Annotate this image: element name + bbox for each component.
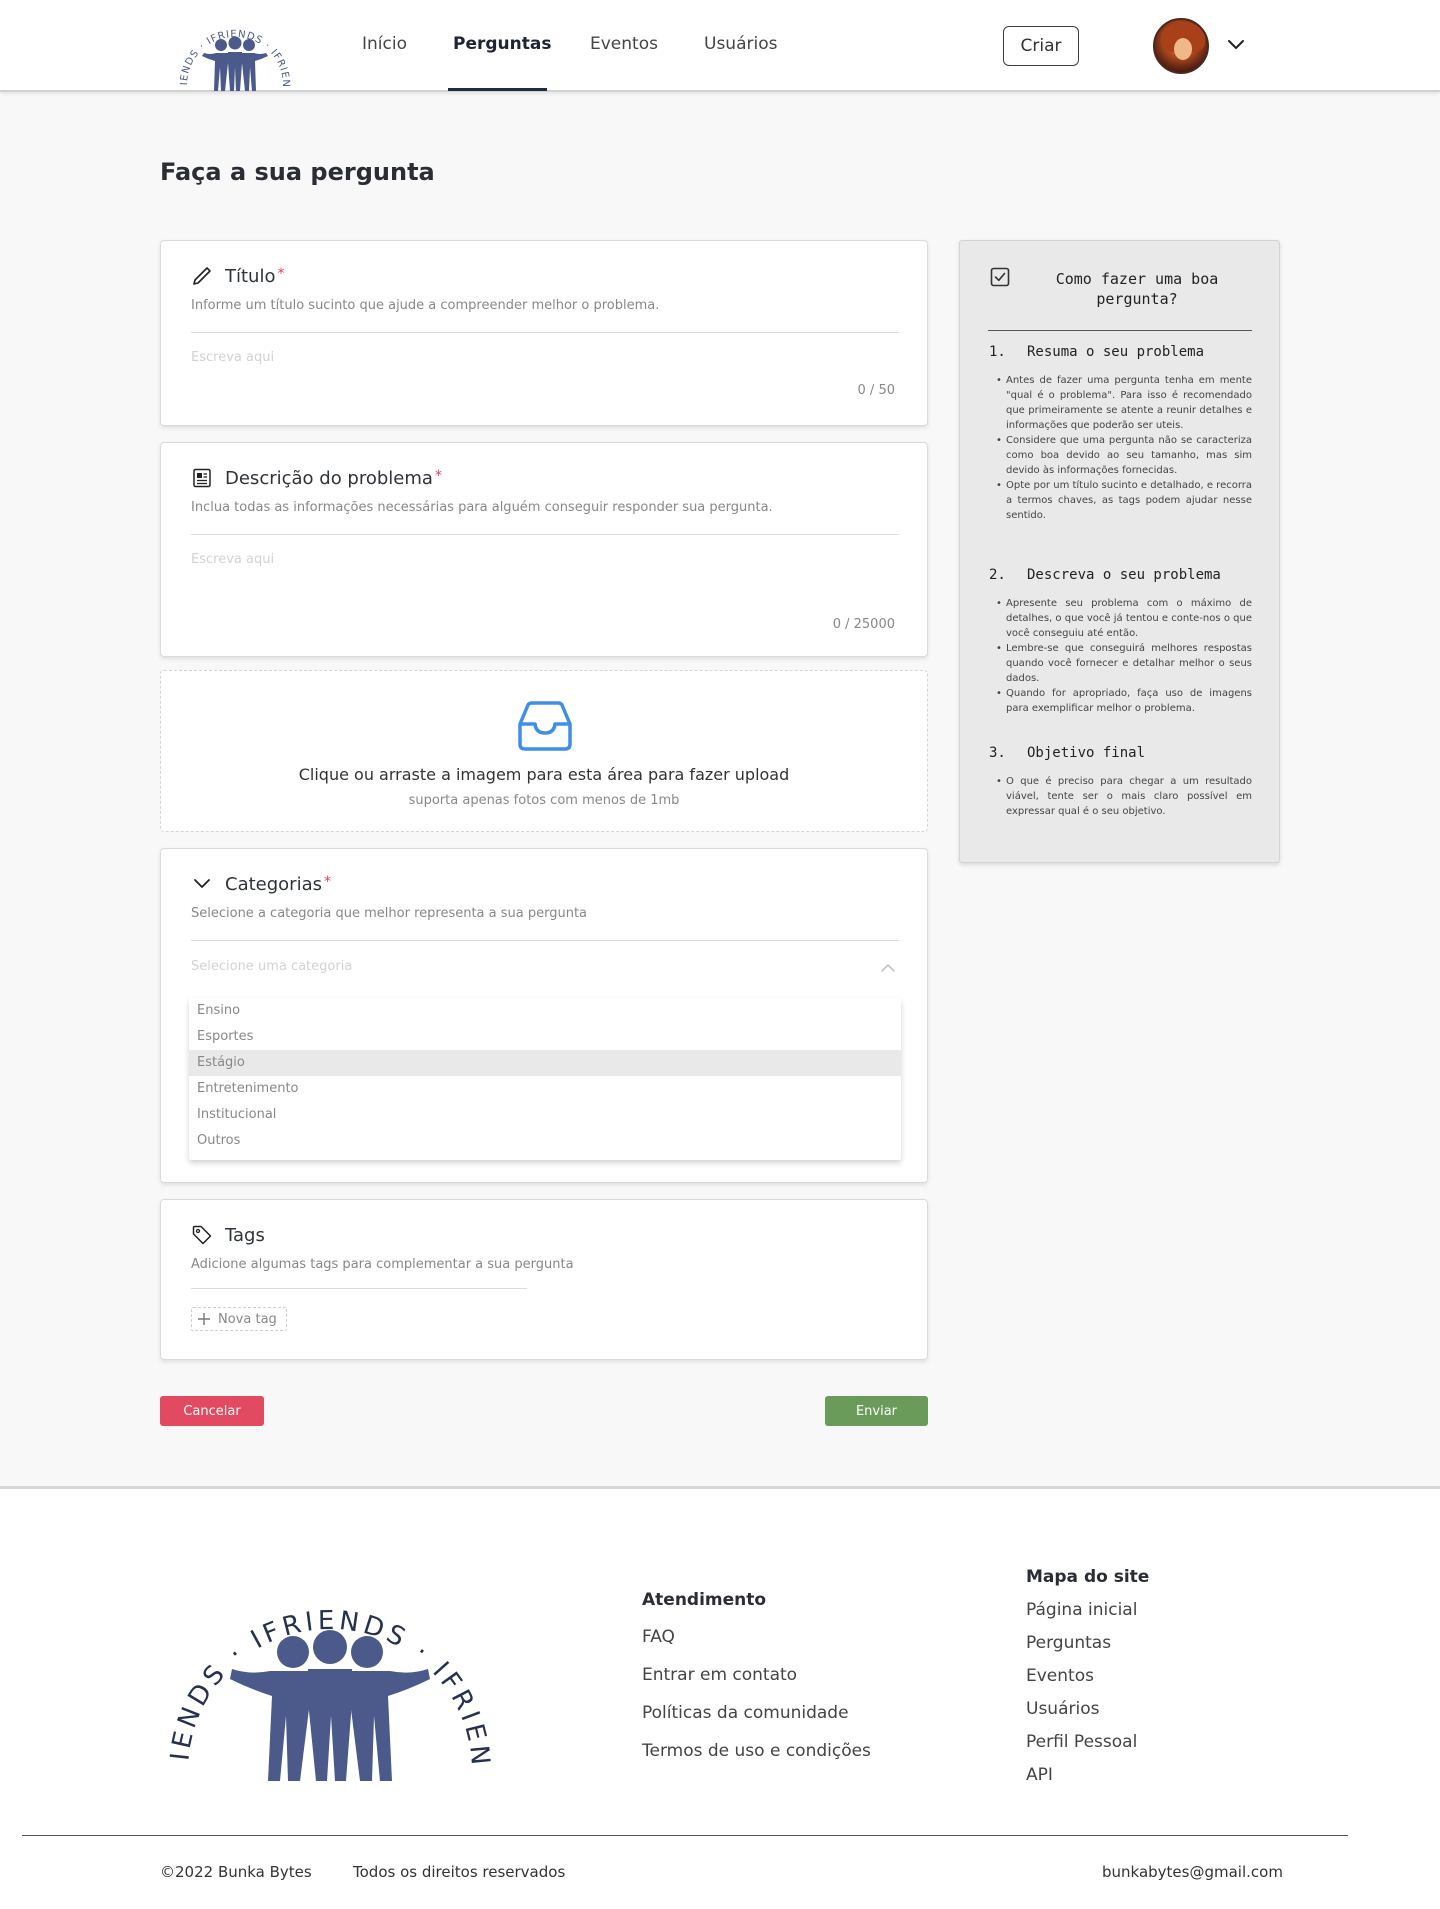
page-title: Faça a sua pergunta <box>160 158 435 186</box>
upload-size-hint: suporta apenas fotos com menos de 1mb <box>408 793 680 808</box>
rights-text: Todos os direitos reservados <box>353 1863 566 1881</box>
footer-link-politicas[interactable]: Políticas da comunidade <box>642 1703 849 1723</box>
ifriends-logo[interactable]: IFRIENDS · IFRIENDS · IFRIENDS <box>170 3 300 91</box>
title-card: Título * Informe um título sucinto que aj… <box>160 240 928 426</box>
description-card-header: Descrição do problema * <box>191 467 442 489</box>
active-nav-indicator <box>448 88 547 91</box>
cancel-button[interactable]: Cancelar <box>160 1396 264 1426</box>
nav-perguntas[interactable]: Perguntas <box>453 34 551 54</box>
upload-instruction: Clique ou arraste a imagem para esta áre… <box>298 765 790 784</box>
image-upload-dropzone[interactable]: Clique ou arraste a imagem para esta áre… <box>160 670 928 832</box>
description-help: Inclua todas as informações necessárias … <box>191 500 773 515</box>
category-option-outros[interactable]: Outros <box>189 1128 901 1154</box>
title-card-header: Título * <box>191 265 284 287</box>
category-option-entretenimento[interactable]: Entretenimento <box>189 1076 901 1102</box>
nav-eventos[interactable]: Eventos <box>590 34 658 54</box>
footer-mapa-title: Mapa do site <box>1026 1567 1150 1587</box>
categories-label: Categorias * <box>225 873 331 895</box>
description-textarea[interactable]: Escreva aqui <box>191 552 899 612</box>
newspaper-icon <box>193 468 211 488</box>
footer-atendimento-title: Atendimento <box>642 1590 767 1610</box>
category-option-ensino[interactable]: Ensino <box>189 998 901 1024</box>
footer-link-pagina-inicial[interactable]: Página inicial <box>1026 1600 1137 1620</box>
tag-icon <box>192 1225 212 1245</box>
tags-card-header: Tags <box>191 1224 265 1246</box>
divider <box>988 330 1252 331</box>
tips-heading-2: 2. Descreva o seu problema <box>989 567 1221 583</box>
footer-link-eventos[interactable]: Eventos <box>1026 1666 1094 1686</box>
description-char-counter: 0 / 25000 <box>832 617 895 632</box>
tags-label: Tags <box>225 1224 265 1246</box>
new-tag-label: Nova tag <box>218 1311 277 1327</box>
footer-link-faq[interactable]: FAQ <box>642 1627 675 1647</box>
chevron-down-icon[interactable] <box>1224 32 1248 56</box>
nav-inicio[interactable]: Início <box>362 34 407 54</box>
top-navbar: IFRIENDS · IFRIENDS · IFRIENDS Início Pe… <box>0 0 1440 92</box>
category-option-institucional[interactable]: Institucional <box>189 1102 901 1128</box>
tip-item: O que é preciso para chegar a um resulta… <box>996 774 1252 819</box>
footer-link-termos[interactable]: Termos de uso e condições <box>642 1741 871 1761</box>
tips-title: Como fazer uma boa pergunta? <box>1055 270 1219 308</box>
footer-link-perguntas[interactable]: Perguntas <box>1026 1633 1111 1653</box>
title-char-counter: 0 / 50 <box>857 383 895 398</box>
category-dropdown-list: Ensino Esportes Estágio Entretenimento I… <box>189 998 901 1160</box>
divider <box>191 332 899 333</box>
tips-list-2: Apresente seu problema com o máximo de d… <box>996 596 1252 716</box>
category-select-placeholder: Selecione uma categoria <box>191 959 353 974</box>
tips-list-1: Antes de fazer uma pergunta tenha em men… <box>996 373 1252 523</box>
contact-email[interactable]: bunkabytes@gmail.com <box>1102 1863 1283 1881</box>
categories-card: Categorias * Selecione a categoria que me… <box>160 848 928 1183</box>
checkbox-checked-icon <box>990 267 1010 287</box>
category-option-estagio[interactable]: Estágio <box>189 1050 901 1076</box>
tip-item: Quando for apropriado, faça uso de image… <box>996 686 1252 716</box>
divider <box>191 940 899 941</box>
description-card: Descrição do problema * Inclua todas as i… <box>160 442 928 657</box>
chevron-down-icon <box>194 879 210 888</box>
title-input[interactable]: Escreva aqui <box>191 350 899 390</box>
tags-card: Tags Adicione algumas tags para compleme… <box>160 1199 928 1360</box>
tip-item: Considere que uma pergunta não se caract… <box>996 433 1252 478</box>
plus-icon <box>198 1313 210 1325</box>
footer-link-usuarios[interactable]: Usuários <box>1026 1699 1099 1719</box>
tags-help: Adicione algumas tags para complementar … <box>191 1257 574 1272</box>
tip-item: Antes de fazer uma pergunta tenha em men… <box>996 373 1252 433</box>
send-button[interactable]: Enviar <box>825 1396 928 1426</box>
create-button[interactable]: Criar <box>1003 26 1079 66</box>
footer: IFRIENDS · IFRIENDS · IFRIENDS Atendimen… <box>0 1486 1440 1909</box>
footer-link-perfil[interactable]: Perfil Pessoal <box>1026 1732 1137 1752</box>
title-description: Informe um título sucinto que ajude a co… <box>191 298 660 313</box>
tips-heading-3: 3. Objetivo final <box>989 745 1146 761</box>
tip-item: Apresente seu problema com o máximo de d… <box>996 596 1252 641</box>
tip-item: Opte por um título sucinto e detalhado, … <box>996 478 1252 523</box>
tip-item: Lembre-se que conseguirá melhores respos… <box>996 641 1252 686</box>
copyright-text: ©2022 Bunka Bytes <box>160 1863 312 1881</box>
inbox-icon <box>518 701 572 751</box>
divider <box>22 1835 1348 1836</box>
tips-panel: Como fazer uma boa pergunta? 1. Resuma o … <box>959 240 1280 863</box>
divider <box>191 1288 527 1289</box>
nav-usuarios[interactable]: Usuários <box>704 34 777 54</box>
categories-card-header[interactable]: Categorias * <box>191 873 331 895</box>
chevron-up-icon <box>881 964 895 972</box>
category-select[interactable]: Selecione uma categoria <box>191 953 899 983</box>
categories-help: Selecione a categoria que melhor represe… <box>191 906 588 921</box>
description-label: Descrição do problema * <box>225 467 442 489</box>
title-label: Título * <box>225 265 285 287</box>
user-avatar[interactable] <box>1153 18 1209 74</box>
tips-heading-1: 1. Resuma o seu problema <box>989 344 1205 360</box>
pencil-icon <box>193 267 211 285</box>
footer-link-contato[interactable]: Entrar em contato <box>642 1665 797 1685</box>
footer-link-api[interactable]: API <box>1026 1765 1053 1785</box>
tips-list-3: O que é preciso para chegar a um resulta… <box>996 774 1252 819</box>
category-option-esportes[interactable]: Esportes <box>189 1024 901 1050</box>
divider <box>191 534 899 535</box>
ifriends-logo: IFRIENDS · IFRIENDS · IFRIENDS <box>160 1541 491 1781</box>
new-tag-button[interactable]: Nova tag <box>191 1307 287 1331</box>
